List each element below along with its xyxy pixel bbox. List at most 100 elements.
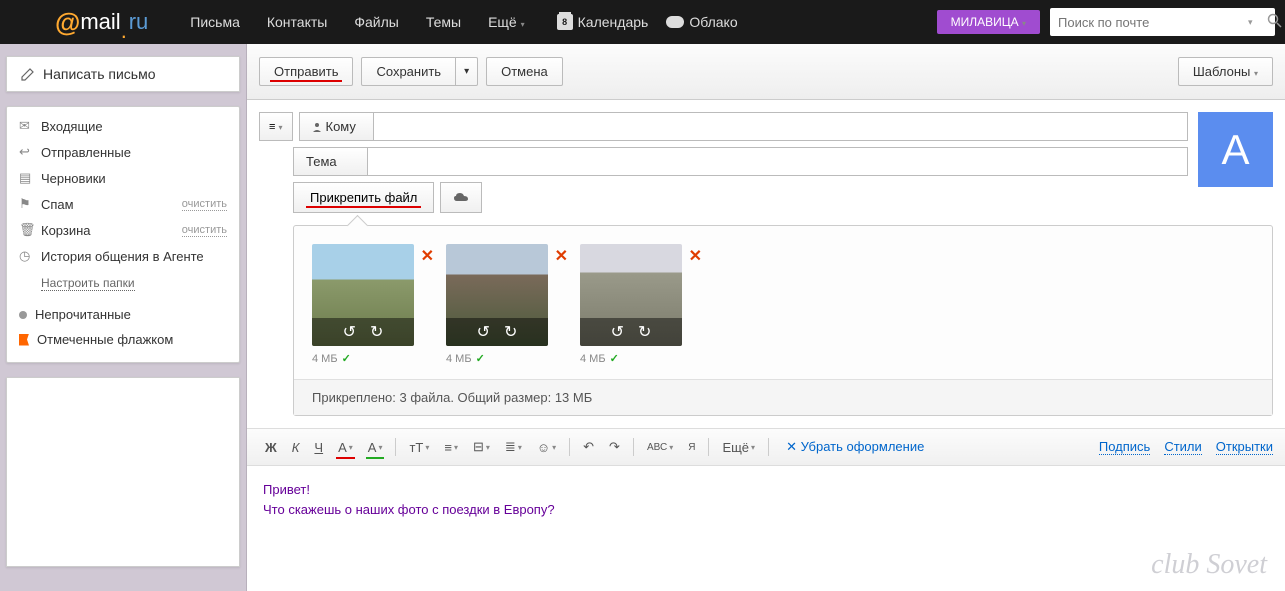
check-icon: ✓ bbox=[476, 352, 485, 365]
logo-mail: mail bbox=[80, 9, 120, 35]
save-button[interactable]: Сохранить bbox=[361, 57, 456, 86]
format-italic-button[interactable]: К bbox=[286, 436, 306, 459]
separator bbox=[569, 438, 570, 456]
check-icon: ✓ bbox=[610, 352, 619, 365]
sidebar: Написать письмо ✉ Входящие ↩ Отправленны… bbox=[0, 44, 246, 591]
rotate-right-icon[interactable]: ↻ bbox=[370, 322, 383, 342]
filter-flagged[interactable]: Отмеченные флажком bbox=[7, 327, 239, 352]
trash-clear[interactable]: очистить bbox=[182, 224, 227, 237]
attach-cloud-button[interactable] bbox=[440, 182, 482, 213]
fields-menu-button[interactable]: ≡ ▾ bbox=[259, 112, 293, 141]
format-underline-button[interactable]: Ч bbox=[308, 436, 329, 459]
search-icon[interactable] bbox=[1259, 13, 1285, 31]
attachment-thumb[interactable]: ↺↻ bbox=[312, 244, 414, 346]
format-textcolor-button[interactable]: А▾ bbox=[332, 436, 359, 459]
folder-settings-link[interactable]: Настроить папки bbox=[41, 276, 135, 291]
attachment-delete[interactable]: ✕ bbox=[421, 246, 434, 266]
styles-link[interactable]: Стили bbox=[1164, 439, 1201, 455]
nav-more[interactable]: Ещё ▾ bbox=[476, 8, 537, 36]
attachment-3: ↺↻ ✕ 4 МБ ✓ bbox=[580, 244, 682, 365]
separator bbox=[395, 438, 396, 456]
nav-mail[interactable]: Письма bbox=[178, 8, 252, 36]
reply-icon: ↩ bbox=[19, 144, 33, 160]
format-indent-button[interactable]: ⊟▾ bbox=[467, 435, 496, 459]
format-more-button[interactable]: Ещё▾ bbox=[716, 436, 761, 459]
separator bbox=[708, 438, 709, 456]
rotate-right-icon[interactable]: ↻ bbox=[638, 322, 651, 342]
compose-button[interactable]: Написать письмо bbox=[6, 56, 240, 92]
cloud-icon bbox=[453, 191, 469, 202]
dot-icon bbox=[19, 311, 27, 319]
format-bold-button[interactable]: Ж bbox=[259, 436, 283, 459]
folder-drafts[interactable]: ▤ Черновики bbox=[7, 165, 239, 191]
format-spellcheck-button[interactable]: АВС▾ bbox=[641, 438, 679, 457]
attachments-box: ↺↻ ✕ 4 МБ ✓ ↺↻ ✕ 4 МБ ✓ ↺↻ ✕ bbox=[293, 225, 1273, 416]
clock-icon: ◷ bbox=[19, 248, 33, 264]
attach-file-button[interactable]: Прикрепить файл bbox=[293, 182, 434, 213]
cloud-icon bbox=[666, 16, 684, 28]
folder-trash[interactable]: 🗑 Корзина очистить bbox=[7, 217, 239, 243]
format-redo-button[interactable]: ↷ bbox=[603, 435, 626, 459]
filter-list: Непрочитанные Отмеченные флажком bbox=[7, 298, 239, 356]
send-button[interactable]: Отправить bbox=[259, 57, 353, 86]
calendar-link[interactable]: 8 Календарь bbox=[557, 14, 649, 30]
nav-contacts[interactable]: Контакты bbox=[255, 8, 339, 36]
message-body-editor[interactable]: Привет! Что скажешь о наших фото с поезд… bbox=[247, 466, 1285, 591]
nav-themes[interactable]: Темы bbox=[414, 8, 473, 36]
header-bar: @ mail . ru Письма Контакты Файлы Темы Е… bbox=[0, 0, 1285, 44]
logo-dot: . bbox=[121, 18, 129, 26]
search-input[interactable] bbox=[1050, 15, 1242, 30]
user-badge[interactable]: МИЛАВИЦА ▾ bbox=[937, 10, 1040, 34]
to-input[interactable] bbox=[374, 112, 1189, 141]
format-toolbar: Ж К Ч А▾ А▾ тТ▾ ≡▾ ⊟▾ ≣▾ ☺▾ ↶ ↷ АВС▾ Я Е… bbox=[247, 428, 1285, 466]
attachments-summary: Прикреплено: 3 файла. Общий размер: 13 М… bbox=[294, 379, 1272, 415]
signature-link[interactable]: Подпись bbox=[1099, 439, 1150, 455]
attachment-thumb[interactable]: ↺↻ bbox=[580, 244, 682, 346]
cards-link[interactable]: Открытки bbox=[1216, 439, 1273, 455]
folder-settings-row: Настроить папки bbox=[7, 269, 239, 292]
format-undo-button[interactable]: ↶ bbox=[577, 435, 600, 459]
attachment-2: ↺↻ ✕ 4 МБ ✓ bbox=[446, 244, 548, 365]
header-extra: 8 Календарь Облако bbox=[557, 14, 738, 30]
format-list-button[interactable]: ≣▾ bbox=[499, 435, 528, 459]
format-emoji-button[interactable]: ☺▾ bbox=[531, 436, 562, 459]
cloud-link[interactable]: Облако bbox=[666, 14, 737, 30]
cancel-button[interactable]: Отмена bbox=[486, 57, 563, 86]
attachment-delete[interactable]: ✕ bbox=[555, 246, 568, 266]
rotate-left-icon[interactable]: ↺ bbox=[477, 322, 490, 342]
filter-unread[interactable]: Непрочитанные bbox=[7, 302, 239, 327]
inbox-icon: ✉ bbox=[19, 118, 33, 134]
format-fontsize-button[interactable]: тТ▾ bbox=[403, 436, 435, 459]
main-pane: Отправить Сохранить ▾ Отмена Шаблоны ▾ ≡… bbox=[246, 44, 1285, 591]
format-align-button[interactable]: ≡▾ bbox=[438, 436, 464, 459]
pencil-icon bbox=[21, 67, 35, 81]
templates-button[interactable]: Шаблоны ▾ bbox=[1178, 57, 1273, 86]
folder-inbox[interactable]: ✉ Входящие bbox=[7, 113, 239, 139]
nav-files[interactable]: Файлы bbox=[342, 8, 410, 36]
save-group: Сохранить ▾ bbox=[361, 57, 478, 86]
sidebar-ad-box bbox=[6, 377, 240, 567]
save-dropdown[interactable]: ▾ bbox=[456, 57, 478, 86]
compose-area: ≡ ▾ Кому Тема Прикрепить файл bbox=[247, 100, 1285, 225]
attachment-1: ↺↻ ✕ 4 МБ ✓ bbox=[312, 244, 414, 365]
subject-label-button[interactable]: Тема bbox=[293, 147, 368, 176]
to-label-button[interactable]: Кому bbox=[299, 112, 374, 141]
subject-input[interactable] bbox=[368, 147, 1188, 176]
format-clear-button[interactable]: ✕ Убрать оформление bbox=[786, 439, 924, 455]
logo[interactable]: @ mail . ru bbox=[55, 7, 148, 38]
folder-history[interactable]: ◷ История общения в Агенте bbox=[7, 243, 239, 269]
folder-sent[interactable]: ↩ Отправленные bbox=[7, 139, 239, 165]
attachment-thumb[interactable]: ↺↻ bbox=[446, 244, 548, 346]
draft-icon: ▤ bbox=[19, 170, 33, 186]
format-translate-button[interactable]: Я bbox=[682, 438, 701, 457]
rotate-left-icon[interactable]: ↺ bbox=[611, 322, 624, 342]
folder-spam[interactable]: ⚑ Спам очистить bbox=[7, 191, 239, 217]
spam-clear[interactable]: очистить bbox=[182, 198, 227, 211]
format-bgcolor-button[interactable]: А▾ bbox=[362, 436, 389, 459]
search-dropdown[interactable]: ▾ bbox=[1242, 17, 1259, 28]
calendar-icon: 8 bbox=[557, 14, 573, 30]
attachment-delete[interactable]: ✕ bbox=[689, 246, 702, 266]
rotate-right-icon[interactable]: ↻ bbox=[504, 322, 517, 342]
avatar: А bbox=[1198, 112, 1273, 187]
rotate-left-icon[interactable]: ↺ bbox=[343, 322, 356, 342]
